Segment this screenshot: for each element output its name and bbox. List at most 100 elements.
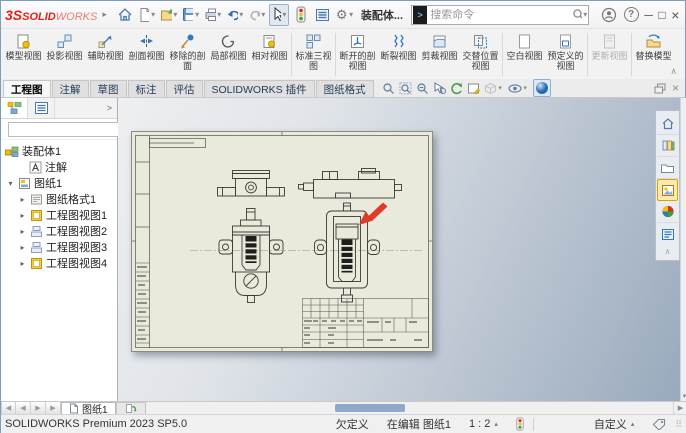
drawing-sheet[interactable] — [131, 131, 433, 352]
tab-evaluate[interactable]: 评估 — [166, 80, 203, 97]
resize-grip[interactable]: ⠿ — [675, 419, 683, 430]
dropdown-icon[interactable]: ▾ — [522, 84, 529, 92]
zoom-to-area-icon[interactable] — [399, 82, 412, 95]
minimize-button[interactable]: ─ — [643, 4, 654, 26]
command-search[interactable]: > ▾ — [411, 5, 589, 25]
custom-properties-button[interactable] — [657, 223, 678, 245]
tab-solidworks-addins[interactable]: SOLIDWORKS 插件 — [204, 80, 315, 97]
graphics-area[interactable]: ∧ ▼ — [118, 98, 686, 401]
first-sheet-button[interactable]: ◀ — [1, 402, 16, 414]
last-sheet-button[interactable]: ▶ — [46, 402, 61, 414]
tree-item-drawing-view2[interactable]: ▸ 工程图视图2 — [1, 223, 117, 239]
tree-item-assembly-root[interactable]: 装配体1 — [1, 143, 117, 159]
appearances-button[interactable] — [657, 201, 678, 223]
model-view-button[interactable]: 模型视图 — [3, 30, 44, 79]
open-button[interactable]: ▾ — [159, 4, 179, 26]
chevron-collapsed-icon[interactable]: ▸ — [18, 195, 27, 204]
file-explorer-button[interactable] — [657, 157, 678, 179]
empty-view-button[interactable]: 空白视图 — [504, 30, 545, 79]
sheet-properties-icon[interactable] — [467, 82, 480, 95]
scroll-right-icon[interactable]: ▶ — [673, 402, 686, 414]
dropdown-icon[interactable]: ▾ — [173, 10, 178, 19]
redo-button[interactable]: ▾ — [247, 4, 267, 26]
file-properties-button[interactable] — [313, 4, 333, 26]
chevron-collapsed-icon[interactable]: ▸ — [18, 211, 27, 220]
property-manager-tab[interactable] — [28, 98, 55, 118]
task-pane-collapse-icon[interactable]: ∧ — [665, 245, 671, 258]
tags-button[interactable] — [643, 418, 675, 430]
feature-manager-tab[interactable] — [1, 98, 28, 118]
help-button[interactable]: ? — [621, 4, 641, 26]
tree-item-sheet-format1[interactable]: ▸ 图纸格式1 — [1, 191, 117, 207]
zoom-in-out-icon[interactable] — [416, 82, 429, 95]
vertical-scrollbar[interactable]: ▼ — [680, 98, 686, 401]
dropdown-icon[interactable]: ▾ — [194, 10, 199, 19]
removed-section-button[interactable]: 移除的剖面 — [167, 30, 208, 79]
drawing-sheet-canvas[interactable] — [132, 132, 432, 351]
magnified-selection-icon[interactable] — [433, 82, 446, 95]
tree-item-drawing-view4[interactable]: ▸ 工程图视图4 — [1, 255, 117, 271]
chevron-collapsed-icon[interactable]: ▸ — [18, 227, 27, 236]
view-settings-icon[interactable] — [533, 79, 551, 97]
relative-view-button[interactable]: 相对视图 — [249, 30, 290, 79]
prev-sheet-button[interactable]: ◀ — [16, 402, 31, 414]
maximize-button[interactable]: □ — [656, 4, 667, 26]
tab-sheet-format[interactable]: 图纸格式 — [316, 80, 374, 97]
standard-3-view-button[interactable]: 标准三视图 — [293, 30, 334, 79]
close-document-icon[interactable]: × — [672, 81, 679, 95]
menu-flyout-icon[interactable]: ▸ — [102, 9, 107, 20]
rebuild-button[interactable] — [291, 4, 311, 26]
options-button[interactable]: ⚙ ▾ — [335, 4, 355, 26]
replace-model-button[interactable]: 替换模型 — [633, 30, 674, 79]
display-style-icon[interactable]: ▾ — [484, 82, 504, 95]
tree-item-drawing-view1[interactable]: ▸ 工程图视图1 — [1, 207, 117, 223]
dropdown-icon[interactable]: ▾ — [282, 10, 287, 19]
close-button[interactable]: × — [670, 4, 681, 26]
panel-expand-icon[interactable]: > — [102, 98, 117, 118]
hide-show-items-icon[interactable]: ▾ — [508, 83, 529, 94]
new-document-button[interactable]: ▾ — [137, 4, 157, 26]
broken-out-section-button[interactable]: 断开的剖视图 — [337, 30, 378, 79]
scale-dropdown-icon[interactable]: ▴ — [494, 420, 498, 428]
display-mode-control[interactable]: 自定义 ▴ — [534, 416, 644, 432]
tab-markup[interactable]: 标注 — [128, 80, 165, 97]
sheet-scale-control[interactable]: 1 : 2 ▴ — [460, 418, 507, 430]
update-view-button[interactable]: 更新视图 — [589, 30, 630, 79]
horizontal-scrollbar[interactable] — [146, 402, 673, 414]
break-view-button[interactable]: 断裂视图 — [378, 30, 419, 79]
chevron-collapsed-icon[interactable]: ▸ — [18, 259, 27, 268]
zoom-to-fit-icon[interactable] — [382, 82, 395, 95]
dropdown-icon[interactable]: ▾ — [150, 10, 155, 19]
crop-view-button[interactable]: 剪裁视图 — [419, 30, 460, 79]
horizontal-scroll-thumb[interactable] — [335, 404, 405, 412]
predefined-view-button[interactable]: 预定义的视图 — [545, 30, 586, 79]
tree-item-sheet1[interactable]: ▾ 图纸1 — [1, 175, 117, 191]
drawing-view-1[interactable] — [218, 171, 285, 197]
home-button[interactable] — [115, 4, 135, 26]
print-button[interactable]: ▾ — [203, 4, 223, 26]
chevron-expanded-icon[interactable]: ▾ — [6, 179, 15, 188]
view-palette-button[interactable] — [657, 179, 678, 201]
search-icon[interactable] — [572, 8, 582, 21]
tab-annotation[interactable]: 注解 — [52, 80, 89, 97]
drawing-view-2[interactable] — [299, 169, 402, 199]
tab-drawing[interactable]: 工程图 — [3, 80, 51, 97]
detail-view-button[interactable]: 局部视图 — [208, 30, 249, 79]
tree-item-drawing-view3[interactable]: ▸ 工程图视图3 — [1, 239, 117, 255]
alternate-position-view-button[interactable]: 交替位置视图 — [460, 30, 501, 79]
search-input[interactable] — [430, 9, 572, 21]
next-sheet-button[interactable]: ▶ — [31, 402, 46, 414]
login-button[interactable] — [599, 4, 619, 26]
display-dropdown-icon[interactable]: ▴ — [631, 420, 635, 428]
restore-window-icon[interactable] — [654, 83, 666, 94]
dropdown-icon[interactable]: ▾ — [239, 10, 244, 19]
tree-item-annotations[interactable]: 注解 — [1, 159, 117, 175]
redraw-icon[interactable] — [450, 82, 463, 95]
add-sheet-tab[interactable] — [116, 402, 146, 414]
projected-view-button[interactable]: 投影视图 — [44, 30, 85, 79]
red-arrow-annotation[interactable] — [359, 203, 388, 226]
search-dropdown-icon[interactable]: ▾ — [582, 10, 588, 19]
tab-sketch[interactable]: 草图 — [90, 80, 127, 97]
resources-button[interactable] — [657, 113, 678, 135]
dropdown-icon[interactable]: ▾ — [497, 84, 504, 92]
